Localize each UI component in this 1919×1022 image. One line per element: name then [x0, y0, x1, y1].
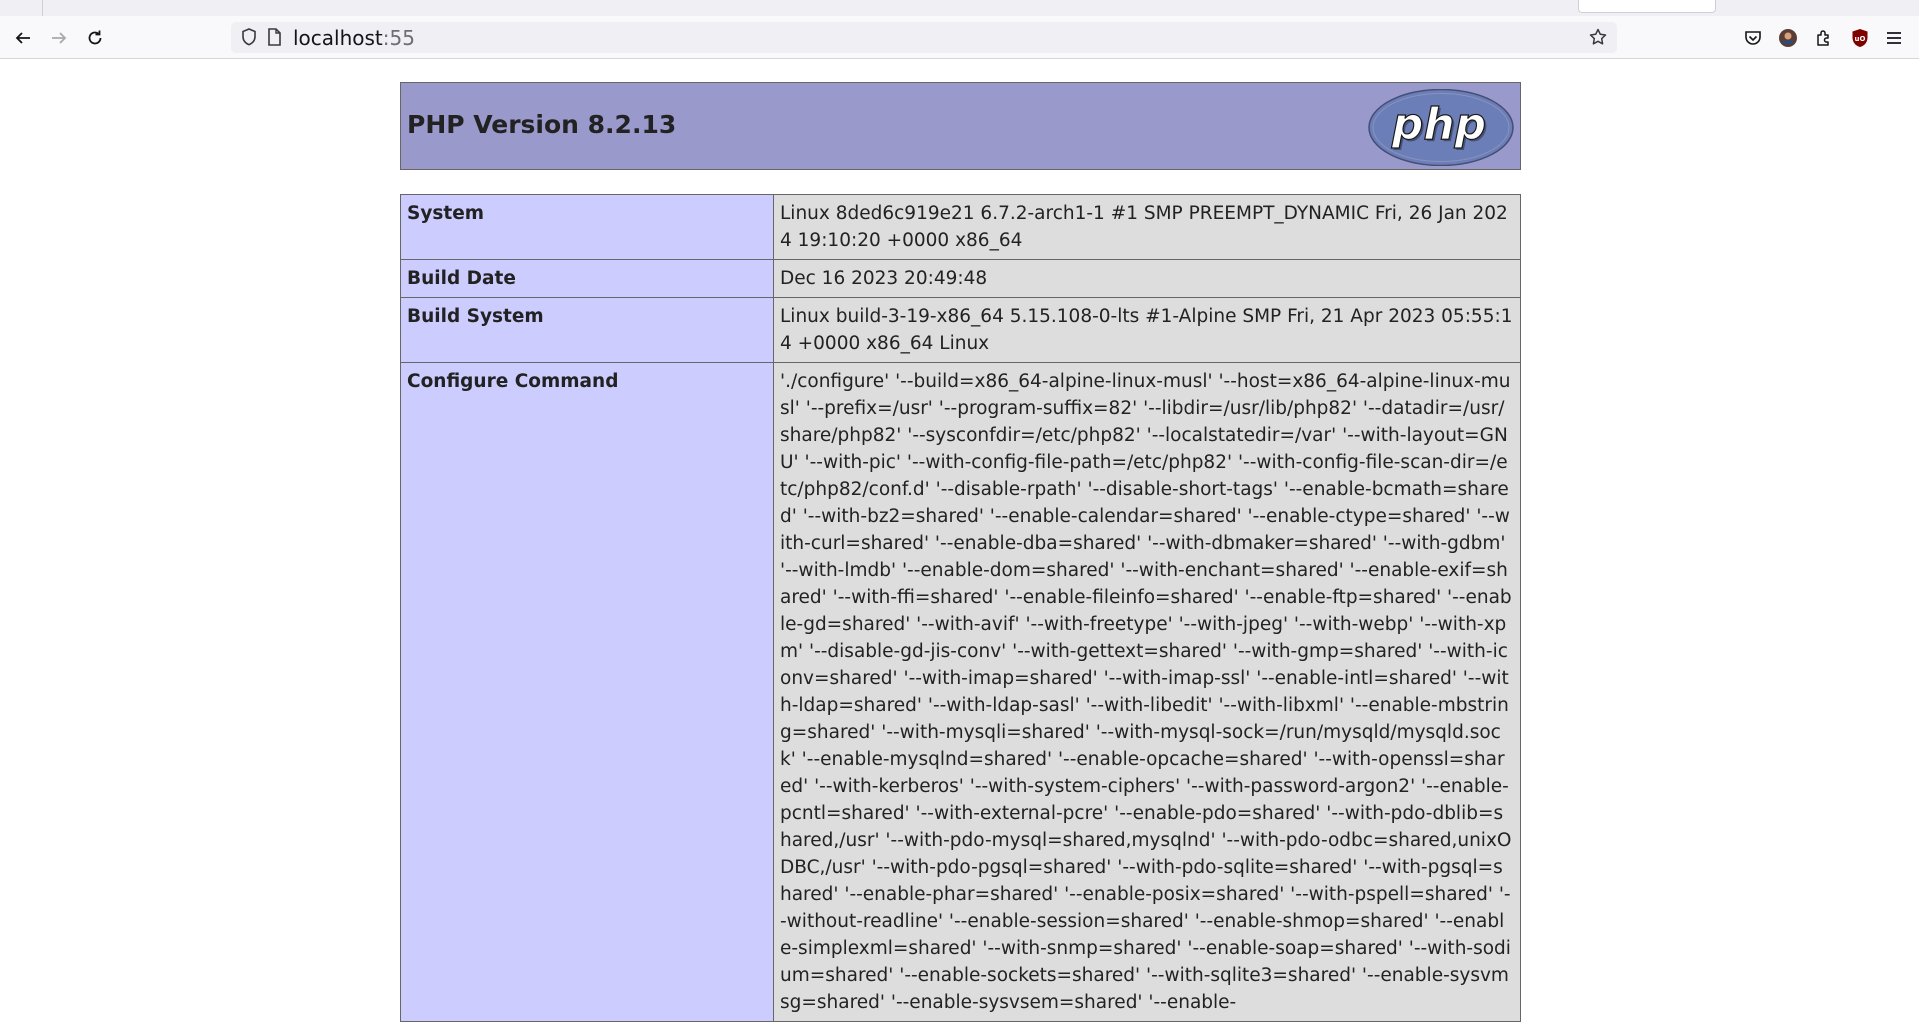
app-menu-button[interactable] [1881, 25, 1907, 51]
table-row-system: System Linux 8ded6c919e21 6.7.2-arch1-1 … [400, 194, 1521, 260]
ublock-origin-icon: uO [1852, 29, 1868, 47]
bookmark-star-icon[interactable] [1587, 26, 1609, 48]
url-text[interactable]: localhost:55 [293, 26, 415, 50]
extensions-puzzle-icon [1817, 30, 1829, 46]
pocket-button[interactable] [1740, 25, 1766, 51]
phpinfo-table: System Linux 8ded6c919e21 6.7.2-arch1-1 … [400, 194, 1521, 1022]
table-row-build-date: Build Date Dec 16 2023 20:49:48 [400, 259, 1521, 298]
arrow-right-icon [52, 32, 67, 44]
php-logo[interactable]: php php [1368, 89, 1514, 166]
phpinfo-page: PHP Version 8.2.13 php php System Linux … [400, 82, 1521, 1022]
pocket-icon [1745, 31, 1761, 45]
row-key: System [400, 194, 774, 260]
row-value: Dec 16 2023 20:49:48 [773, 259, 1521, 298]
hamburger-menu-icon [1887, 32, 1901, 44]
row-value: Linux build-3-19-x86_64 5.15.108-0-lts #… [773, 297, 1521, 363]
arrow-left-icon [15, 32, 30, 44]
row-value: Linux 8ded6c919e21 6.7.2-arch1-1 #1 SMP … [773, 194, 1521, 260]
tab-strip [0, 0, 1919, 16]
extensions-button[interactable] [1811, 25, 1837, 51]
active-tab[interactable] [1578, 0, 1716, 13]
url-host: localhost [293, 26, 383, 50]
row-key: Build System [400, 297, 774, 363]
ublock-origin-button[interactable]: uO [1847, 25, 1873, 51]
tab-separator [42, 0, 43, 16]
row-key: Build Date [400, 259, 774, 298]
row-key: Configure Command [400, 362, 774, 1022]
back-button[interactable] [10, 25, 36, 51]
account-button[interactable] [1775, 25, 1801, 51]
row-value: './configure' '--build=x86_64-alpine-lin… [773, 362, 1521, 1022]
svg-text:uO: uO [1855, 35, 1866, 43]
tracking-shield-icon[interactable] [239, 27, 259, 47]
address-bar[interactable]: localhost:55 [231, 22, 1617, 53]
url-port: :55 [382, 26, 415, 50]
account-avatar-icon [1779, 29, 1797, 47]
page-title: PHP Version 8.2.13 [407, 110, 677, 139]
forward-button[interactable] [46, 25, 72, 51]
reload-button[interactable] [82, 25, 108, 51]
table-row-build-system: Build System Linux build-3-19-x86_64 5.1… [400, 297, 1521, 363]
php-header: PHP Version 8.2.13 php php [400, 82, 1521, 170]
php-logo-text: php [1391, 99, 1486, 150]
table-row-configure-command: Configure Command './configure' '--build… [400, 362, 1521, 1022]
page-info-icon[interactable] [264, 27, 284, 47]
navigation-toolbar: localhost:55 uO [0, 16, 1919, 59]
reload-icon [88, 30, 102, 45]
